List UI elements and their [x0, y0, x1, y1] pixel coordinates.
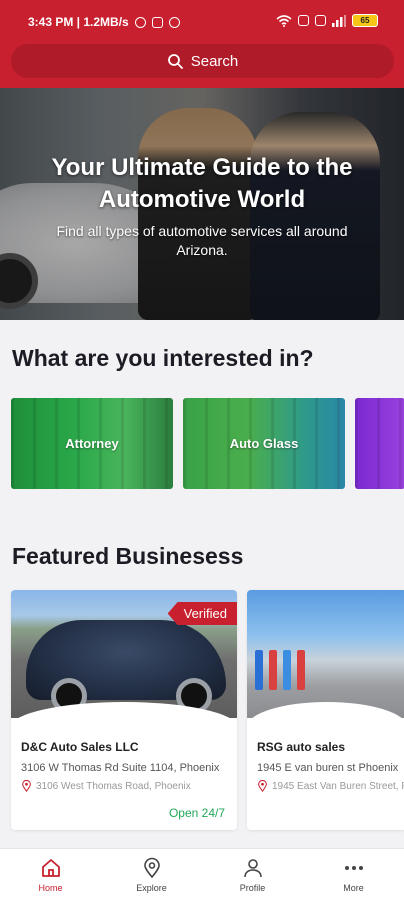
- business-address: 1945 E van buren st Phoenix: [257, 762, 399, 774]
- user-icon: [243, 858, 262, 877]
- sim2-icon: [315, 15, 326, 26]
- home-icon: [41, 858, 60, 877]
- category-label: Auto Glass: [229, 436, 299, 451]
- dealership-flag: [297, 650, 305, 690]
- notification-icon: [151, 16, 163, 28]
- business-location-text: 1945 East Van Buren Street, Phoenix: [272, 780, 404, 792]
- business-location: 1945 East Van Buren Street, Phoenix: [257, 780, 404, 792]
- business-name: D&C Auto Sales LLC: [21, 740, 139, 754]
- dealership-flag: [283, 650, 291, 690]
- nav-label: Home: [38, 882, 63, 893]
- hero-title: Your Ultimate Guide to the Automotive Wo…: [51, 154, 353, 213]
- category-attorney[interactable]: Attorney: [11, 398, 173, 489]
- business-location-text: 3106 West Thomas Road, Phoenix: [36, 780, 191, 792]
- nav-label: Explore: [136, 882, 167, 893]
- nav-more[interactable]: More: [303, 849, 404, 900]
- nav-profile[interactable]: Profile: [202, 849, 303, 900]
- status-bar: 3:43 PM | 1.2MB/s 65: [0, 0, 404, 44]
- category-label: Attorney: [65, 436, 119, 451]
- search-icon: [167, 54, 183, 69]
- alarm-icon: [134, 16, 146, 28]
- settings-icon: [168, 16, 180, 28]
- location-pin-icon: [143, 857, 160, 878]
- category-auto-glass[interactable]: Auto Glass: [183, 398, 345, 489]
- status-left: 3:43 PM | 1.2MB/s: [28, 15, 180, 29]
- nav-explore[interactable]: Explore: [101, 849, 202, 900]
- nav-label: Profile: [239, 882, 266, 893]
- verified-badge: Verified: [167, 602, 237, 625]
- status-right: 65: [276, 14, 378, 27]
- location-pin-icon: [22, 780, 31, 792]
- business-location: 3106 West Thomas Road, Phoenix: [21, 780, 221, 792]
- open-status: Open 24/7: [168, 806, 225, 820]
- business-card[interactable]: RSG auto sales 1945 E van buren st Phoen…: [247, 590, 404, 830]
- search-label: Search: [190, 52, 239, 70]
- hero-subtitle: Find all types of automotive services al…: [56, 223, 348, 258]
- business-address: 3106 W Thomas Rd Suite 1104, Phoenix: [21, 762, 220, 774]
- location-pin-icon: [258, 780, 267, 792]
- search-button[interactable]: Search: [11, 44, 394, 78]
- more-dots-icon: [344, 865, 363, 870]
- nav-label: More: [343, 882, 364, 893]
- interests-title: What are you interested in?: [12, 345, 314, 371]
- category-partial[interactable]: [355, 398, 404, 489]
- status-time: 3:43 PM | 1.2MB/s: [28, 15, 129, 29]
- category-partial-image: [355, 398, 404, 489]
- business-card[interactable]: Verified D&C Auto Sales LLC 3106 W Thoma…: [11, 590, 237, 830]
- signal-icon: [332, 14, 346, 27]
- hero-banner: Your Ultimate Guide to the Automotive Wo…: [0, 88, 404, 320]
- battery-icon: 65: [352, 14, 378, 27]
- dealership-flag: [269, 650, 277, 690]
- nav-home[interactable]: Home: [0, 849, 101, 900]
- top-header: 3:43 PM | 1.2MB/s 65 Search: [0, 0, 404, 88]
- featured-title: Featured Businesess: [12, 543, 244, 569]
- sim-icon: [298, 15, 309, 26]
- bottom-navigation: Home Explore Profile More: [0, 848, 404, 900]
- dealership-flag: [255, 650, 263, 690]
- business-photo: [247, 590, 404, 718]
- business-name: RSG auto sales: [257, 740, 346, 754]
- wifi-icon: [276, 14, 292, 27]
